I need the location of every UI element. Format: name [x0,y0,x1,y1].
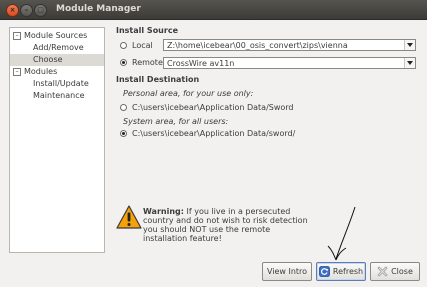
remote-source-combo[interactable]: CrossWire av11n [163,57,416,69]
minimize-icon: – [24,6,29,14]
personal-area-radio[interactable] [120,104,127,111]
tree-item-label: Module Sources [24,31,88,40]
install-source-heading: Install Source [116,26,178,35]
warning-label: Warning: [143,207,184,216]
close-label: Close [391,267,413,276]
remote-source-label[interactable]: Remote [132,58,163,67]
personal-area-caption: Personal area, for your use only: [123,89,254,98]
warning-icon [116,205,142,229]
tree-item-modules[interactable]: – Modules [10,66,104,78]
view-intro-label: View Intro [266,267,308,276]
tree-item-module-sources[interactable]: – Module Sources [10,30,104,42]
local-source-label[interactable]: Local [132,41,153,50]
window-minimize-button[interactable]: – [20,4,33,17]
system-area-path[interactable]: C:\users\icebear\Application Data/sword/ [132,129,295,138]
local-path-combo[interactable]: Z:\home\icebear\00_osis_convert\zips\vie… [163,39,416,51]
local-source-radio[interactable] [120,42,127,49]
tree-item-label: Modules [24,67,58,76]
tree-item-add-remove[interactable]: Add/Remove [10,42,104,54]
dropdown-arrow-icon[interactable] [404,58,415,68]
refresh-button[interactable]: Refresh [316,262,366,281]
close-icon: × [9,6,16,14]
dropdown-arrow-icon[interactable] [404,40,415,50]
system-area-radio[interactable] [120,130,127,137]
warning-message: Warning: If you live in a persecuted cou… [143,207,313,243]
close-x-icon [377,266,388,277]
tree-item-maintenance[interactable]: Maintenance [10,90,104,102]
tree-item-label: Add/Remove [33,43,84,52]
close-button[interactable]: Close [370,262,420,281]
window-close-button[interactable]: × [6,4,19,17]
refresh-label: Refresh [332,267,364,276]
view-intro-button[interactable]: View Intro [262,262,312,281]
personal-area-path[interactable]: C:\users\icebear\Application Data/Sword [132,103,294,112]
window-maximize-button[interactable]: □ [34,4,47,17]
annotation-arrow [327,206,356,261]
tree-item-label: Choose [33,55,63,64]
install-destination-heading: Install Destination [116,75,200,84]
tree-item-choose[interactable]: Choose [10,54,104,66]
remote-source-radio[interactable] [120,59,127,66]
collapse-icon[interactable]: – [13,68,21,76]
refresh-icon [318,266,330,277]
navigation-tree[interactable]: – Module Sources Add/Remove Choose – Mod… [9,27,105,253]
local-path-value: Z:\home\icebear\00_osis_convert\zips\vie… [167,41,348,50]
remote-source-value: CrossWire av11n [167,59,235,68]
collapse-icon[interactable]: – [13,32,21,40]
tree-item-label: Install/Update [33,79,89,88]
title-bar[interactable]: × – □ Module Manager [0,0,427,20]
tree-item-install-update[interactable]: Install/Update [10,78,104,90]
system-area-caption: System area, for all users: [123,117,229,126]
module-manager-window: × – □ Module Manager – Module Sources Ad… [0,0,427,287]
tree-item-label: Maintenance [33,91,85,100]
maximize-icon: □ [37,6,44,14]
window-title: Module Manager [56,4,141,14]
